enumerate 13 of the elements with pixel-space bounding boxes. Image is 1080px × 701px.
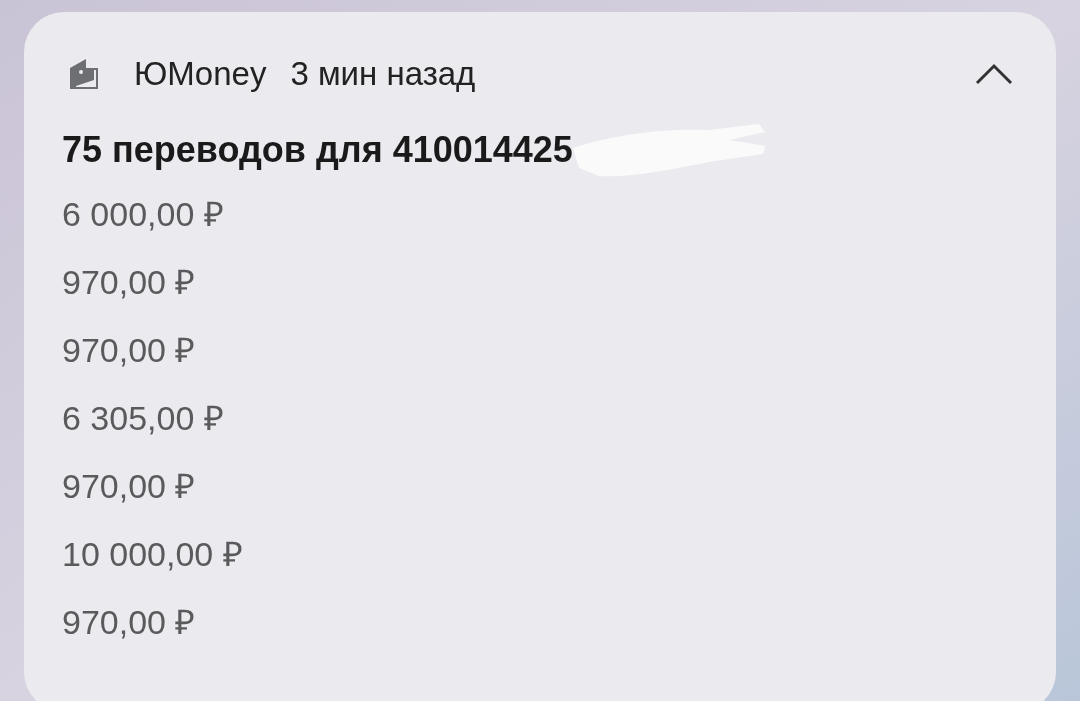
transfer-amount: 6 000,00 ₽ xyxy=(62,194,225,235)
chevron-icon xyxy=(975,63,1013,85)
notification-title: 75 переводов для 410014425 xyxy=(62,128,573,172)
transfer-amount: 970,00 ₽ xyxy=(62,602,197,643)
transfer-amount: 970,00 ₽ xyxy=(62,262,197,303)
transfer-amount: 6 305,00 ₽ xyxy=(62,398,225,439)
transfer-amount: 970,00 ₽ xyxy=(62,330,197,371)
notification-time: 3 мин назад xyxy=(290,54,476,95)
transfer-amount: 970,00 ₽ xyxy=(62,466,197,507)
app-name: ЮMoney xyxy=(134,54,267,95)
notification-card[interactable]: ЮMoney 3 мин назад 75 переводов для 410014425 6 000,00 ₽ 970,00 ₽ 970,00 ₽ 6 305,00 ₽ 970,00 ₽ 10 000,00 ₽ 970,00 ₽ xyxy=(24,12,1056,701)
wallet-icon xyxy=(68,58,100,90)
transfer-amount: 10 000,00 ₽ xyxy=(62,534,244,575)
